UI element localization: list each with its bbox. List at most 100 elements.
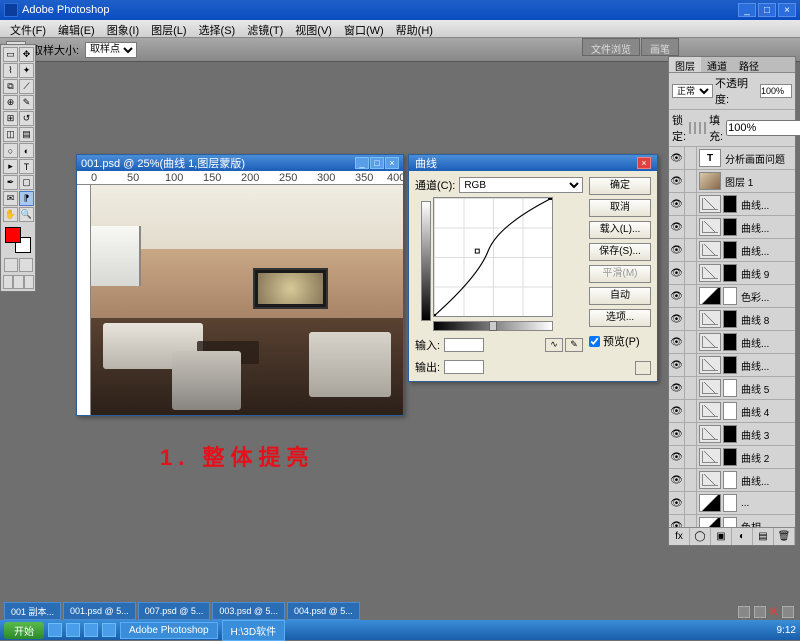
- taskbar-app[interactable]: Adobe Photoshop: [120, 622, 218, 639]
- cancel-button[interactable]: 取消: [589, 199, 651, 217]
- clock[interactable]: 9:12: [777, 625, 796, 636]
- layer-row[interactable]: 👁曲线 5: [669, 377, 795, 400]
- link-cell[interactable]: [685, 308, 697, 330]
- adjustment-layer-icon[interactable]: ◐: [732, 528, 753, 545]
- layer-thumb[interactable]: [699, 310, 721, 328]
- fill-field[interactable]: [726, 120, 800, 136]
- visibility-icon[interactable]: 👁: [669, 147, 685, 169]
- mask-thumb[interactable]: [723, 494, 737, 512]
- layer-thumb[interactable]: T: [699, 149, 721, 167]
- visibility-icon[interactable]: 👁: [669, 492, 685, 514]
- eraser-tool[interactable]: ◫: [3, 127, 18, 142]
- visibility-icon[interactable]: 👁: [669, 515, 685, 527]
- doc-tab[interactable]: 004.psd @ 5...: [287, 602, 360, 620]
- lasso-tool[interactable]: ⌇: [3, 63, 18, 78]
- screen-standard[interactable]: [3, 275, 13, 289]
- layer-row[interactable]: 👁曲线 2: [669, 446, 795, 469]
- link-cell[interactable]: [685, 446, 697, 468]
- layer-thumb[interactable]: [699, 471, 721, 489]
- link-cell[interactable]: [685, 469, 697, 491]
- curves-titlebar[interactable]: 曲线 ×: [409, 155, 657, 171]
- link-cell[interactable]: [685, 354, 697, 376]
- doc-tab[interactable]: 001.psd @ 5...: [63, 602, 136, 620]
- visibility-icon[interactable]: 👁: [669, 262, 685, 284]
- layer-row[interactable]: 👁曲线...: [669, 216, 795, 239]
- start-button[interactable]: 开始: [4, 622, 44, 639]
- link-cell[interactable]: [685, 170, 697, 192]
- sample-size-select[interactable]: 取样点: [85, 42, 137, 58]
- link-cell[interactable]: [685, 377, 697, 399]
- menu-view[interactable]: 视图(V): [289, 20, 338, 37]
- stamp-tool[interactable]: ⊞: [3, 111, 18, 126]
- hand-tool[interactable]: ✋: [3, 207, 18, 222]
- mask-thumb[interactable]: [723, 195, 737, 213]
- opacity-field[interactable]: [760, 84, 792, 98]
- layer-thumb[interactable]: [699, 333, 721, 351]
- wand-tool[interactable]: ✦: [19, 63, 34, 78]
- blur-tool[interactable]: ○: [3, 143, 18, 158]
- link-cell[interactable]: [685, 262, 697, 284]
- layer-thumb[interactable]: [699, 264, 721, 282]
- visibility-icon[interactable]: 👁: [669, 446, 685, 468]
- quicklaunch-icon[interactable]: [84, 623, 98, 637]
- layer-row[interactable]: 👁曲线...: [669, 193, 795, 216]
- preview-checkbox[interactable]: 预览(P): [589, 333, 651, 349]
- new-set-icon[interactable]: ▣: [711, 528, 732, 545]
- tray-icon[interactable]: [738, 606, 750, 618]
- mask-thumb[interactable]: [723, 264, 737, 282]
- menu-layer[interactable]: 图层(L): [145, 20, 192, 37]
- layer-row[interactable]: 👁图层 1: [669, 170, 795, 193]
- marquee-tool[interactable]: ▭: [3, 47, 18, 62]
- doc-maximize[interactable]: □: [370, 157, 384, 169]
- ruler-vertical[interactable]: [77, 185, 91, 415]
- visibility-icon[interactable]: 👁: [669, 239, 685, 261]
- quickmask-mode[interactable]: [19, 258, 33, 272]
- dodge-tool[interactable]: ◐: [19, 143, 34, 158]
- tray-icon[interactable]: [754, 606, 766, 618]
- mask-thumb[interactable]: [723, 333, 737, 351]
- layer-thumb[interactable]: [699, 195, 721, 213]
- mask-thumb[interactable]: [723, 517, 737, 527]
- link-cell[interactable]: [685, 331, 697, 353]
- visibility-icon[interactable]: 👁: [669, 354, 685, 376]
- doc-tab[interactable]: 001 副本...: [4, 602, 61, 620]
- layer-thumb[interactable]: [699, 448, 721, 466]
- visibility-icon[interactable]: 👁: [669, 170, 685, 192]
- maximize-button[interactable]: □: [758, 3, 776, 17]
- layer-row[interactable]: 👁色彩...: [669, 285, 795, 308]
- mask-thumb[interactable]: [723, 356, 737, 374]
- mask-thumb[interactable]: [723, 425, 737, 443]
- mask-thumb[interactable]: [723, 448, 737, 466]
- link-cell[interactable]: [685, 285, 697, 307]
- link-cell[interactable]: [685, 239, 697, 261]
- link-cell[interactable]: [685, 216, 697, 238]
- layer-thumb[interactable]: [699, 494, 721, 512]
- slice-tool[interactable]: ⟋: [19, 79, 34, 94]
- zoom-tool[interactable]: 🔍: [19, 207, 34, 222]
- link-cell[interactable]: [685, 423, 697, 445]
- grid-size-icon[interactable]: [635, 361, 651, 375]
- lock-all-icon[interactable]: [704, 122, 706, 134]
- path-tool[interactable]: ▸: [3, 159, 18, 174]
- type-tool[interactable]: T: [19, 159, 34, 174]
- channel-select[interactable]: RGB: [459, 177, 583, 193]
- mask-thumb[interactable]: [723, 287, 737, 305]
- layer-mask-icon[interactable]: ◯: [690, 528, 711, 545]
- doc-close[interactable]: ×: [385, 157, 399, 169]
- layer-thumb[interactable]: [699, 425, 721, 443]
- curves-graph[interactable]: [433, 197, 553, 317]
- tab-brushes[interactable]: 画笔: [641, 38, 679, 56]
- foreground-color[interactable]: [5, 227, 21, 243]
- menu-select[interactable]: 选择(S): [193, 20, 242, 37]
- doc-tab[interactable]: 007.psd @ 5...: [138, 602, 211, 620]
- layer-row[interactable]: 👁曲线 3: [669, 423, 795, 446]
- mask-thumb[interactable]: [723, 379, 737, 397]
- document-titlebar[interactable]: 001.psd @ 25%(曲线 1,图层蒙版) _□×: [77, 155, 403, 171]
- menu-filter[interactable]: 滤镜(T): [241, 20, 289, 37]
- menu-file[interactable]: 文件(F): [4, 20, 52, 37]
- menu-window[interactable]: 窗口(W): [338, 20, 390, 37]
- save-button[interactable]: 保存(S)...: [589, 243, 651, 261]
- layer-thumb[interactable]: [699, 287, 721, 305]
- layer-thumb[interactable]: [699, 517, 721, 527]
- ruler-horizontal[interactable]: 050100150200250300350400: [77, 171, 403, 185]
